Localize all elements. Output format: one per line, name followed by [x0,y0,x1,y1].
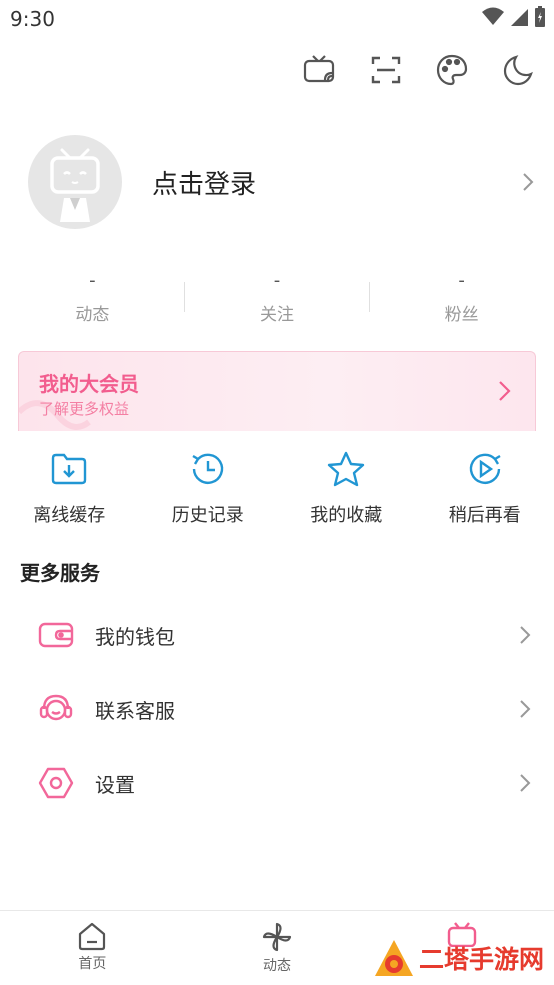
chevron-right-icon [523,173,534,191]
vip-subtitle: 了解更多权益 [39,400,130,418]
watermark: 二塔手游网 [373,938,544,978]
quick-favorites[interactable]: 我的收藏 [277,449,416,539]
tab-label: 动态 [263,958,291,974]
quick-label: 我的收藏 [310,505,383,526]
watch-later-icon [469,453,501,484]
tab-dynamics[interactable]: 动态 [185,911,370,985]
offline-cache-icon [52,453,87,485]
stat-following[interactable]: - 关注 [185,270,370,330]
watermark-text: 二塔手游网 [418,945,544,974]
pinwheel-icon [262,922,292,952]
tab-home[interactable]: 首页 [0,911,185,985]
chevron-right-icon [520,700,531,718]
stat-value: - [458,270,465,291]
theme-button[interactable] [434,52,470,88]
top-action-bar [302,52,536,88]
service-label: 设置 [95,772,135,797]
quick-label: 离线缓存 [33,505,106,526]
avatar[interactable] [28,135,122,229]
vip-title: 我的大会员 [39,372,139,396]
service-wallet[interactable]: 我的钱包 [0,605,554,665]
wallet-icon [38,622,74,648]
login-label: 点击登录 [152,169,257,200]
stat-value: - [89,270,96,291]
login-row[interactable]: 点击登录 [28,134,538,230]
settings-icon [38,767,74,799]
section-title: 更多服务 [20,561,100,585]
favorites-star-icon [328,451,365,487]
status-icons [482,6,546,28]
service-label: 联系客服 [95,698,175,723]
quick-actions: 离线缓存 历史记录 我的收藏 稍后再看 [0,449,554,539]
quick-label: 稍后再看 [448,505,521,526]
stat-value: - [273,270,281,291]
palette-icon [436,54,468,86]
tv-cast-button[interactable] [302,52,338,88]
history-icon [192,453,223,484]
moon-icon [503,55,533,86]
battery-icon [535,6,545,27]
customer-service-icon [39,694,73,721]
wifi-icon [482,7,504,25]
default-avatar-icon [50,148,100,222]
scan-icon [371,56,401,84]
quick-watch-later[interactable]: 稍后再看 [416,449,554,539]
home-icon [79,922,106,951]
vip-banner[interactable]: 我的大会员 了解更多权益 [18,351,536,433]
stat-label: 粉丝 [444,305,479,325]
tab-label: 首页 [78,956,107,972]
quick-history[interactable]: 历史记录 [139,449,278,539]
stat-followers[interactable]: - 粉丝 [369,270,554,330]
chevron-right-icon [520,774,531,792]
quick-offline-cache[interactable]: 离线缓存 [0,449,139,539]
status-bar: 9:30 [0,0,554,36]
tv-cast-icon [303,55,335,83]
night-mode-button[interactable] [500,52,536,88]
stats-row: - 动态 - 关注 - 粉丝 [0,270,554,330]
chevron-right-icon [520,626,531,644]
signal-icon [511,9,528,26]
main-panel: 离线缓存 历史记录 我的收藏 稍后再看 更多服务 我的钱包 联系客服 设置 [0,431,554,911]
stat-label: 动态 [75,305,110,325]
status-time: 9:30 [10,7,55,31]
service-settings[interactable]: 设置 [0,753,554,813]
chevron-right-icon [499,381,511,401]
stat-label: 关注 [260,305,294,325]
scan-button[interactable] [368,52,404,88]
stat-dynamics[interactable]: - 动态 [0,270,185,330]
quick-label: 历史记录 [171,505,244,526]
watermark-logo-icon [374,940,413,976]
service-customer-support[interactable]: 联系客服 [0,679,554,739]
service-label: 我的钱包 [95,624,175,649]
